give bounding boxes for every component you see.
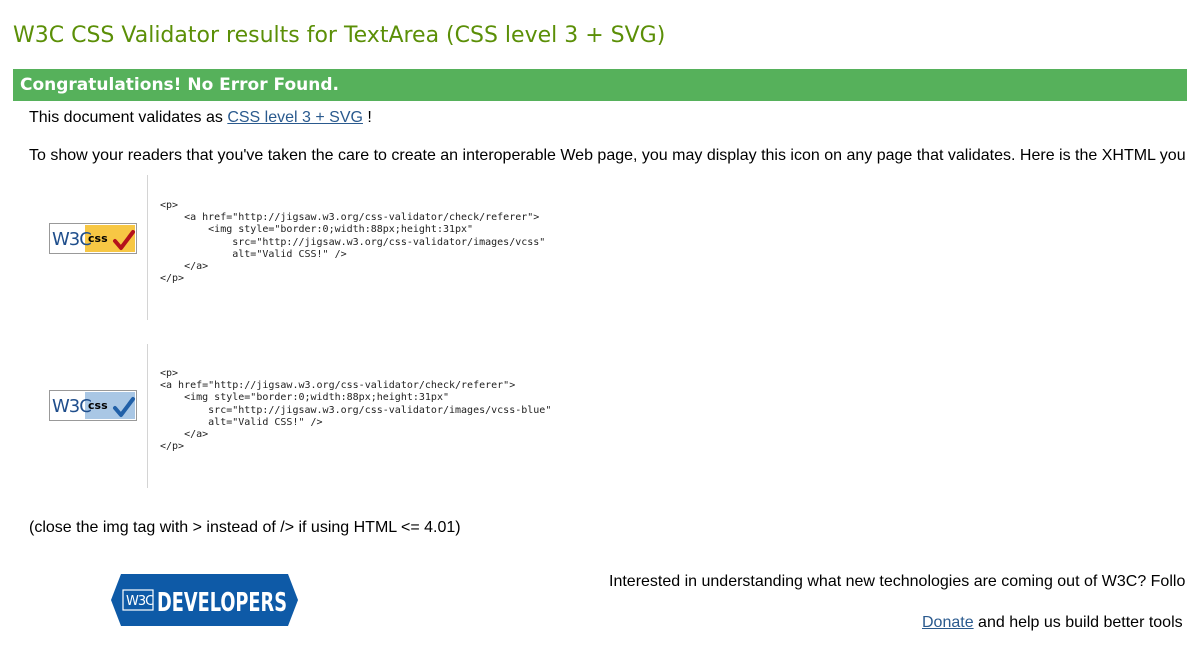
badge-row-vcss-blue: W3C css <p> <a href="http://jigsaw.w3.or…	[0, 344, 1187, 488]
readers-message: To show your readers that you've taken t…	[29, 147, 1186, 164]
badge-css-text: css	[88, 232, 108, 245]
css-level-link[interactable]: CSS level 3 + SVG	[227, 109, 363, 126]
code-divider	[147, 175, 148, 320]
success-banner: Congratulations! No Error Found.	[13, 69, 1187, 101]
dev-logo-text: DEVELOPERS	[157, 588, 287, 618]
badge-row-vcss: W3C css <p> <a href="http://jigsaw.w3.or…	[0, 175, 1187, 320]
dev-logo-w3c-text: W3C	[126, 594, 154, 609]
badge-w3c-text: W3C	[52, 229, 91, 250]
donate-link[interactable]: Donate	[922, 614, 974, 631]
valid-css-blue-badge[interactable]: W3C css	[49, 390, 137, 421]
badge-code-snippet: <p> <a href="http://jigsaw.w3.org/css-va…	[160, 368, 552, 453]
badge-w3c-text: W3C	[52, 396, 91, 417]
donate-text: and help us build better tools	[978, 614, 1183, 631]
badge-code-snippet: <p> <a href="http://jigsaw.w3.org/css-va…	[160, 200, 546, 285]
validates-suffix: !	[367, 109, 372, 126]
code-divider	[147, 344, 148, 488]
valid-css-badge[interactable]: W3C css	[49, 223, 137, 254]
badge-css-text: css	[88, 399, 108, 412]
validates-prefix: This document validates as	[29, 109, 223, 126]
validates-message: This document validates as CSS level 3 +…	[29, 109, 372, 127]
donate-message: Donate and help us build better tools	[922, 614, 1183, 632]
interested-message: Interested in understanding what new tec…	[609, 573, 1186, 590]
page-title: W3C CSS Validator results for TextArea (…	[13, 23, 666, 48]
w3c-developers-logo[interactable]: W3C DEVELOPERS	[111, 574, 298, 626]
close-tag-note: (close the img tag with > instead of /> …	[29, 519, 461, 536]
